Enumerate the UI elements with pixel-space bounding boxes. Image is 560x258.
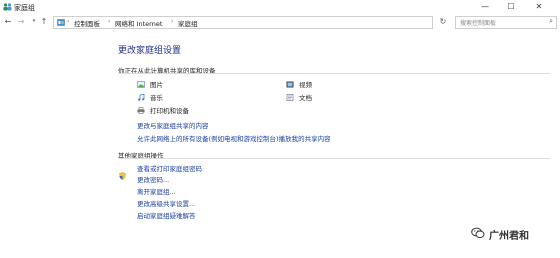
navigation-bar: ← → ▾ ↑ › 控制面板 › 网络和 Internet › 家庭组 ▾ ↻ … [0,14,560,30]
library-pictures: 图片 [137,79,163,89]
change-password-link[interactable]: 更改密码... [137,174,169,184]
library-label: 视频 [299,81,312,89]
library-label: 图片 [150,81,163,89]
leave-homegroup-link[interactable]: 离开家庭组... [137,186,176,196]
music-icon [138,94,145,101]
documents-icon [286,94,294,101]
watermark-text: 广州君和 [489,231,529,242]
maximize-button[interactable]: ☐ [500,0,522,14]
homegroup-troubleshooter-link[interactable]: 启动家庭组疑难解答 [137,210,196,220]
minimize-button[interactable]: — [474,0,496,14]
printer-icon [137,107,145,114]
breadcrumb-network-internet[interactable]: 网络和 Internet [115,18,162,28]
page-title: 更改家庭组设置 [118,46,182,56]
advanced-sharing-settings-link[interactable]: 更改高级共享设置... [137,198,195,208]
search-icon[interactable]: ⌕ [549,17,553,26]
window-title: 家庭组 [14,4,35,12]
breadcrumb-control-panel[interactable]: 控制面板 [74,18,100,28]
search-placeholder: 搜索控制面板 [460,20,497,27]
address-bar[interactable]: › 控制面板 › 网络和 Internet › 家庭组 ▾ [53,16,471,29]
admin-shield-icon [119,172,126,180]
up-button[interactable]: ↑ [39,16,49,27]
library-label: 打印机和设备 [150,107,189,115]
forward-button[interactable]: → [16,16,26,27]
library-printers: 打印机和设备 [137,105,189,115]
recent-locations-button[interactable]: ▾ [29,16,39,27]
section-divider [118,158,550,159]
videos-icon [286,81,294,88]
section-divider [118,73,550,74]
breadcrumb-homegroup[interactable]: 家庭组 [178,18,198,28]
breadcrumb-separator: › [67,18,70,25]
allow-devices-stream-link[interactable]: 允许此网络上的所有设备(例如电视和游戏控制台)播放我的共享内容 [137,133,331,143]
close-button[interactable]: ✕ [528,0,550,14]
view-print-password-link[interactable]: 查看或打印家庭组密码 [137,163,202,173]
control-panel-icon [57,19,65,26]
library-label: 音乐 [150,94,163,102]
title-bar: 家庭组 — ☐ ✕ [0,0,560,14]
back-button[interactable]: ← [3,16,13,27]
change-shared-content-link[interactable]: 更改与家庭组共享的内容 [137,120,209,130]
breadcrumb-separator: › [171,18,174,25]
library-documents: 文档 [286,92,312,102]
refresh-button[interactable]: ↻ [437,16,449,28]
wechat-logo-icon [471,227,485,239]
pictures-icon [137,81,145,88]
library-label: 文档 [299,94,312,102]
search-input[interactable]: 搜索控制面板 ⌕ [455,16,557,29]
breadcrumb-separator: › [108,18,111,25]
homegroup-icon [3,3,12,11]
library-videos: 视频 [286,79,312,89]
library-music: 音乐 [137,92,163,102]
